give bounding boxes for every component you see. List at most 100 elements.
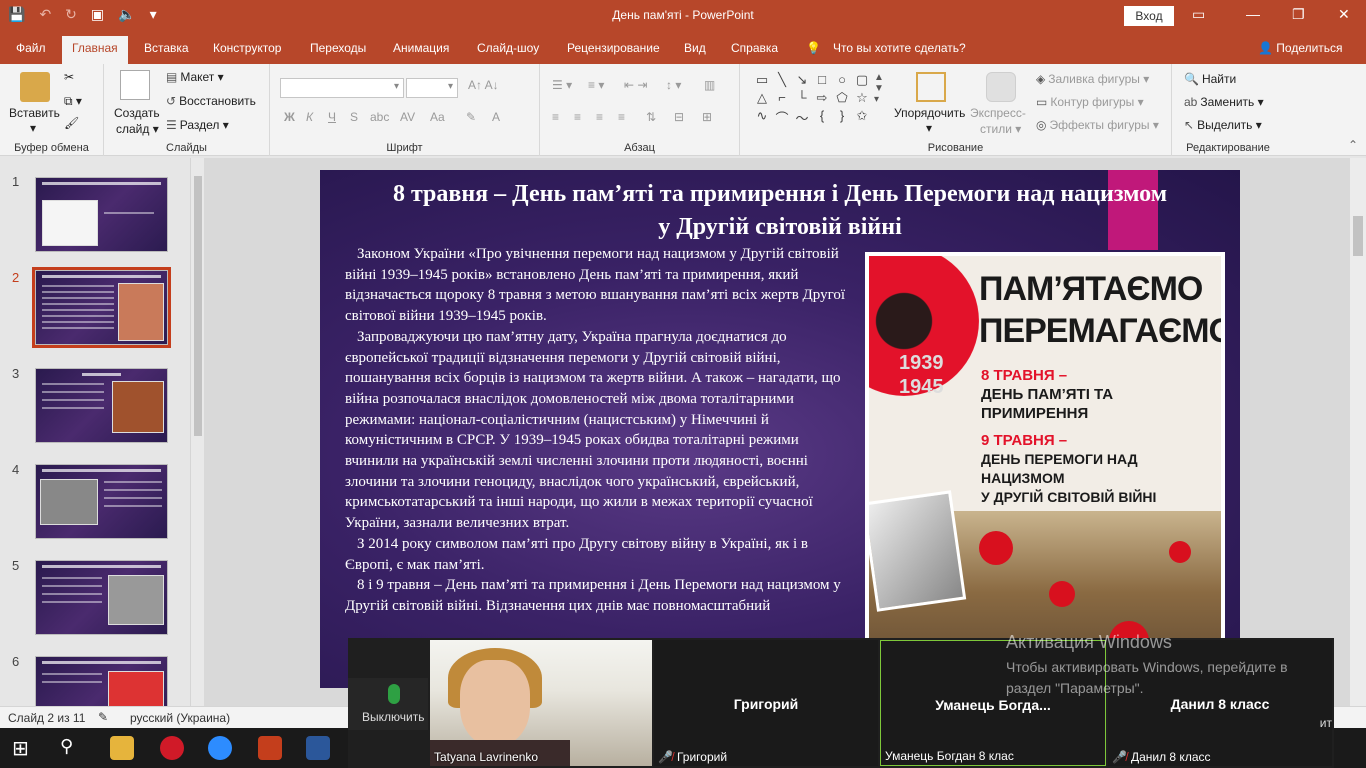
- zoom-app-icon[interactable]: [208, 736, 232, 760]
- word-icon[interactable]: [306, 736, 330, 760]
- opera-icon[interactable]: [160, 736, 184, 760]
- strikethrough-icon[interactable]: abc: [370, 110, 389, 124]
- section-button[interactable]: ☰ Раздел ▾: [166, 118, 229, 132]
- slide-thumbnail[interactable]: [35, 560, 168, 635]
- tab-slideshow[interactable]: Слайд-шоу: [477, 41, 539, 55]
- tab-insert[interactable]: Вставка: [144, 41, 189, 55]
- slide-thumbnail[interactable]: [35, 177, 168, 252]
- find-button[interactable]: 🔍 Найти: [1184, 72, 1236, 86]
- pentagon-shape-icon[interactable]: ⬠: [832, 90, 852, 108]
- paste-button[interactable]: Вставить: [9, 106, 60, 120]
- search-icon[interactable]: ⚲: [60, 736, 84, 760]
- arrange-icon[interactable]: [916, 72, 946, 102]
- arrange-button[interactable]: Упорядочить: [894, 106, 965, 120]
- close-icon[interactable]: ✕: [1338, 6, 1350, 23]
- arc-shape-icon[interactable]: ⌒: [772, 108, 792, 126]
- collapse-ribbon-icon[interactable]: ⌃: [1348, 138, 1358, 152]
- align-left-icon[interactable]: ≡: [552, 110, 559, 124]
- copy-icon[interactable]: ⧉ ▾: [64, 94, 82, 109]
- participant-tile[interactable]: Григорий 🎤̸ Григорий: [654, 640, 878, 766]
- shapes-scroll-icon[interactable]: ▲ ▼ ▾: [874, 72, 884, 105]
- quick-styles-label[interactable]: стили ▾: [980, 122, 1021, 136]
- rounded-rect-shape-icon[interactable]: ▢: [852, 72, 872, 90]
- replace-button[interactable]: ab Заменить ▾: [1184, 95, 1264, 109]
- connector-shape-icon[interactable]: ⌐: [772, 90, 792, 108]
- font-name-combo[interactable]: [280, 78, 404, 98]
- triangle-shape-icon[interactable]: △: [752, 90, 772, 108]
- file-explorer-icon[interactable]: [110, 736, 134, 760]
- elbow-shape-icon[interactable]: └: [792, 90, 812, 108]
- shapes-gallery[interactable]: ▭ ╲ ↘ □ ○ ▢ △ ⌐ └ ⇨ ⬠ ☆ ∿ ⌒ 〜{} ✩: [752, 72, 872, 128]
- case-icon[interactable]: Aa: [430, 110, 445, 124]
- mute-button[interactable]: Выключить: [362, 710, 424, 724]
- highlight-icon[interactable]: ✎: [466, 110, 476, 124]
- self-video-tile[interactable]: Tatyana Lavrinenko: [430, 640, 652, 766]
- new-slide-button[interactable]: Создать: [114, 106, 160, 120]
- grow-font-icon[interactable]: A↑ A↓: [468, 78, 499, 92]
- maximize-icon[interactable]: ❐: [1292, 6, 1305, 23]
- sign-in-button[interactable]: Вход: [1124, 6, 1174, 26]
- brace-left-shape-icon[interactable]: {: [812, 108, 832, 126]
- font-size-combo[interactable]: [406, 78, 458, 98]
- windows-start-icon[interactable]: ⊞: [12, 736, 36, 760]
- line-spacing-icon[interactable]: ↕ ▾: [666, 78, 681, 92]
- brace-right-shape-icon[interactable]: }: [832, 108, 852, 126]
- ribbon-display-icon[interactable]: ▭: [1192, 6, 1205, 23]
- quick-styles-icon[interactable]: [986, 72, 1016, 102]
- align-right-icon[interactable]: ≡: [596, 110, 603, 124]
- quick-styles-button[interactable]: Экспресс-: [970, 106, 1026, 120]
- arrow-shape-icon[interactable]: ⇨: [812, 90, 832, 108]
- paste-dropdown-icon[interactable]: ▾: [30, 121, 36, 135]
- slide-title[interactable]: 8 травня – День пам’яті та примирення і …: [330, 178, 1230, 244]
- select-button[interactable]: ↖ Выделить ▾: [1184, 118, 1262, 132]
- format-painter-icon[interactable]: 🖌: [64, 116, 79, 130]
- underline-icon[interactable]: Ч: [328, 110, 336, 124]
- tab-file[interactable]: Файл: [16, 41, 46, 55]
- new-slide-icon[interactable]: [120, 70, 150, 100]
- textbox-shape-icon[interactable]: ▭: [752, 72, 772, 90]
- shape-fill-button[interactable]: ◈ Заливка фигуры ▾: [1036, 72, 1149, 86]
- new-slide-label-2[interactable]: слайд ▾: [116, 122, 159, 136]
- share-button[interactable]: 👤 Поделиться: [1258, 41, 1343, 55]
- shadow-icon[interactable]: S: [350, 110, 358, 124]
- tab-transitions[interactable]: Переходы: [310, 41, 366, 55]
- tab-review[interactable]: Рецензирование: [567, 41, 660, 55]
- bullets-icon[interactable]: ☰ ▾: [552, 78, 572, 92]
- star-shape-icon[interactable]: ☆: [852, 90, 872, 108]
- rectangle-shape-icon[interactable]: □: [812, 72, 832, 90]
- align-text-icon[interactable]: ⊟: [674, 110, 684, 124]
- line-shape-icon[interactable]: ╲: [772, 72, 792, 90]
- tab-home[interactable]: Главная: [62, 36, 128, 64]
- shape-effects-button[interactable]: ◎ Эффекты фигуры ▾: [1036, 118, 1159, 132]
- arrow-line-shape-icon[interactable]: ↘: [792, 72, 812, 90]
- slide-thumbnail-selected[interactable]: [32, 267, 171, 348]
- slide-thumbnail[interactable]: [35, 464, 168, 539]
- font-color-icon[interactable]: A: [492, 110, 500, 124]
- tell-me-search[interactable]: Что вы хотите сделать?: [833, 41, 966, 55]
- layout-button[interactable]: ▤ Макет ▾: [166, 70, 224, 84]
- wave-shape-icon[interactable]: 〜: [792, 108, 812, 126]
- text-direction-icon[interactable]: ⇅: [646, 110, 656, 124]
- microphone-icon[interactable]: [388, 684, 400, 704]
- memorial-poster-image[interactable]: 1939 1945 ПАМ’ЯТАЄМО ПЕРЕМАГАЄМО 8 ТРАВН…: [865, 252, 1225, 688]
- tab-design[interactable]: Конструктор: [213, 41, 281, 55]
- tab-view[interactable]: Вид: [684, 41, 706, 55]
- paste-icon[interactable]: [20, 72, 50, 102]
- slide-thumbnails-panel[interactable]: 1 2 3 4 5 6: [0, 158, 204, 706]
- scroll-thumb[interactable]: [194, 176, 202, 436]
- tab-animations[interactable]: Анимация: [393, 41, 449, 55]
- justify-icon[interactable]: ≡: [618, 110, 625, 124]
- curve-shape-icon[interactable]: ∿: [752, 108, 772, 126]
- slide-body-text[interactable]: Законом України «Про увічнення перемоги …: [345, 244, 855, 617]
- indent-icon[interactable]: ⇤ ⇥: [624, 78, 647, 92]
- minimize-icon[interactable]: —: [1246, 6, 1260, 22]
- slide-thumbnail[interactable]: [35, 368, 168, 443]
- columns-icon[interactable]: ▥: [704, 78, 715, 92]
- shape-outline-button[interactable]: ▭ Контур фигуры ▾: [1036, 95, 1144, 109]
- reset-button[interactable]: ↺ Восстановить: [166, 94, 256, 108]
- tab-help[interactable]: Справка: [731, 41, 778, 55]
- align-center-icon[interactable]: ≡: [574, 110, 581, 124]
- cut-icon[interactable]: ✂: [64, 70, 74, 84]
- editor-scroll-thumb[interactable]: [1353, 216, 1363, 256]
- oval-shape-icon[interactable]: ○: [832, 72, 852, 90]
